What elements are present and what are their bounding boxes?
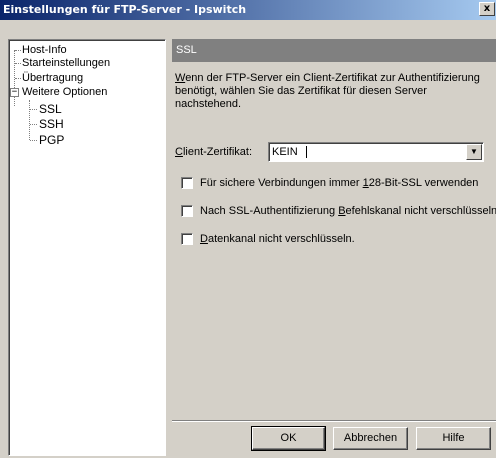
checkbox-box[interactable] [181, 233, 193, 245]
tree-line [29, 100, 30, 140]
selected-certificate: KEIN [272, 146, 298, 158]
client-certificate-select[interactable]: KEIN ▼ [268, 142, 484, 162]
tree-line [30, 124, 37, 125]
ok-button[interactable]: OK [251, 426, 326, 451]
description-text: enn der FTP-Server ein Client-Zertifikat… [175, 72, 480, 110]
close-button[interactable]: x [479, 2, 495, 16]
checkbox-box[interactable] [181, 205, 193, 217]
options-tree: Host-Info Starteinstellungen Übertragung… [8, 39, 166, 456]
tree-line [15, 50, 21, 51]
description-mnemonic: W [175, 72, 186, 84]
label-mnemonic: C [175, 146, 183, 158]
label-part: Nach SSL-Authentifizierung [200, 205, 339, 217]
collapse-icon[interactable]: − [10, 88, 19, 97]
dropdown-arrow-icon[interactable]: ▼ [466, 144, 482, 160]
cancel-button[interactable]: Abbrechen [333, 427, 408, 450]
label-mnemonic: D [200, 233, 208, 245]
text-caret [306, 146, 307, 158]
panel-title: SSL [176, 44, 197, 56]
ssl-description: Wenn der FTP-Server ein Client-Zertifika… [175, 72, 495, 111]
separator [172, 420, 496, 422]
label-part: efehlskanal nicht verschlüsseln. [345, 205, 496, 217]
label-part: atenkanal nicht verschlüsseln. [207, 233, 355, 245]
label-part: 28-Bit-SSL verwenden [368, 177, 479, 189]
title-bar: Einstellungen für FTP-Server - Ipswitch … [0, 0, 496, 20]
checkbox-label[interactable]: Nach SSL-Authentifizierung Befehlskanal … [200, 205, 496, 217]
help-button[interactable]: Hilfe [416, 427, 491, 450]
tree-item-uebertragung[interactable]: Übertragung [22, 72, 83, 84]
tree-item-pgp[interactable]: PGP [39, 133, 64, 147]
client-certificate-label: Client-Zertifikat: [175, 146, 252, 158]
checkbox-label[interactable]: Für sichere Verbindungen immer 128-Bit-S… [200, 177, 478, 189]
tree-line [15, 78, 21, 79]
checkbox-label[interactable]: Datenkanal nicht verschlüsseln. [200, 233, 355, 245]
label-text: lient-Zertifikat: [182, 146, 253, 158]
tree-item-starteinstellungen[interactable]: Starteinstellungen [22, 57, 110, 69]
tree-item-ssl[interactable]: SSL [39, 102, 62, 116]
checkbox-box[interactable] [181, 177, 193, 189]
label-part: Für sichere Verbindungen immer [200, 177, 363, 189]
tree-item-ssh[interactable]: SSH [39, 117, 64, 131]
tree-line [15, 63, 21, 64]
tree-item-weitere-optionen[interactable]: Weitere Optionen [22, 86, 107, 98]
settings-dialog: Einstellungen für FTP-Server - Ipswitch … [0, 0, 496, 458]
tree-line [30, 140, 37, 141]
tree-item-host-info[interactable]: Host-Info [22, 44, 67, 56]
label-mnemonic: B [338, 205, 346, 217]
panel-header: SSL [172, 39, 496, 62]
window-title: Einstellungen für FTP-Server - Ipswitch [3, 3, 247, 16]
tree-line [30, 109, 37, 110]
